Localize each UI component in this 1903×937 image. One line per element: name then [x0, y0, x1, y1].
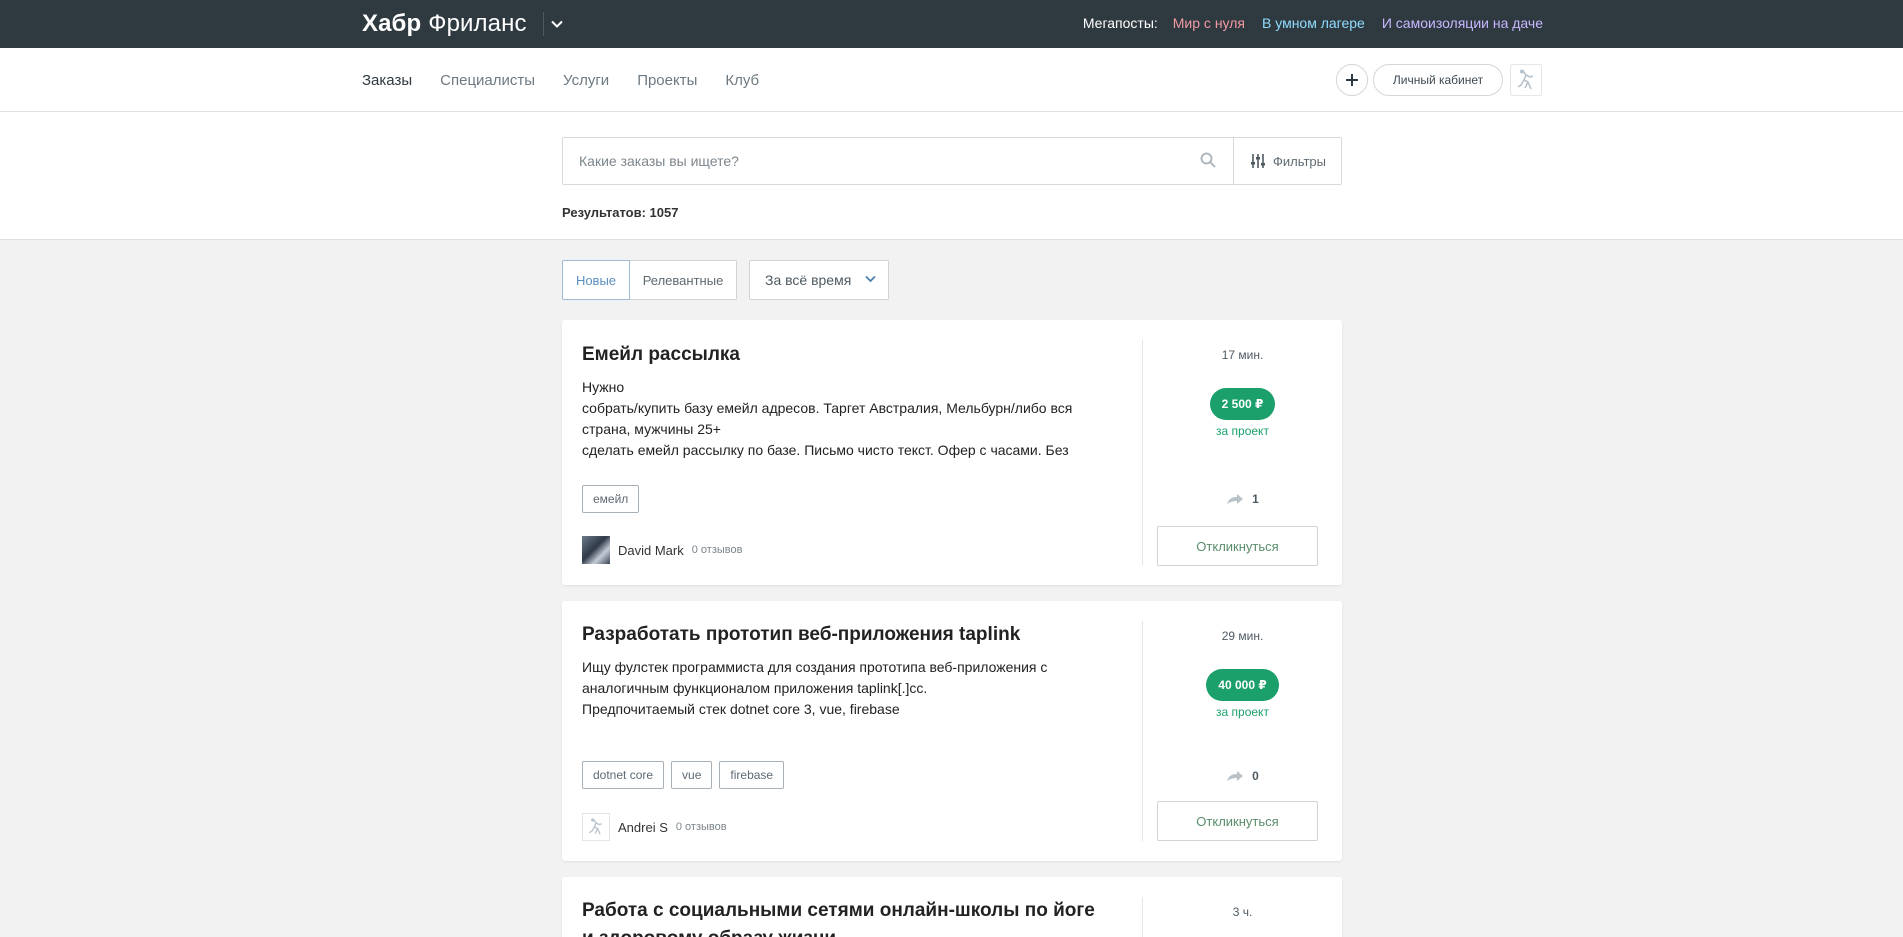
user-avatar[interactable] — [1510, 64, 1542, 96]
search-input[interactable] — [563, 138, 1233, 184]
add-task-button[interactable] — [1336, 64, 1368, 96]
author-reviews: 0 отзывов — [691, 544, 743, 556]
sort-new-button[interactable]: Новые — [562, 260, 630, 300]
task-time: 3 ч. — [1232, 905, 1253, 919]
shares-count: 1 — [1252, 492, 1259, 506]
filters-label: Фильтры — [1272, 153, 1326, 169]
task-author: Andrei S 0 отзывов — [582, 813, 727, 841]
card-divider — [1142, 340, 1143, 565]
task-title[interactable]: Разработать прототип веб-приложения tapl… — [582, 621, 1102, 649]
search-icon[interactable] — [1200, 152, 1216, 173]
author-name[interactable]: David Mark — [618, 543, 684, 558]
task-description: Ищу фулстек программиста для создания пр… — [582, 659, 1048, 717]
author-name[interactable]: Andrei S — [618, 820, 668, 835]
task-author: David Mark 0 отзывов — [582, 536, 742, 564]
nav-item-club[interactable]: Клуб — [725, 72, 759, 89]
search-box: Фильтры — [562, 137, 1342, 185]
respond-button[interactable]: Откликнуться — [1157, 801, 1318, 841]
shares-count: 0 — [1252, 769, 1259, 783]
plus-icon — [1346, 74, 1358, 86]
default-avatar-icon — [1517, 69, 1534, 90]
price-badge: 40 000 ₽ — [1206, 669, 1279, 701]
task-price: 2 500 ₽ — [1143, 388, 1342, 420]
period-select-label: За всё время — [765, 272, 852, 288]
sort-toggle: Новые Релевантные — [562, 260, 737, 300]
brand-logo[interactable]: Хабр Фриланс — [362, 10, 527, 38]
megapost-link-2[interactable]: В умном лагере — [1262, 15, 1365, 31]
task-tag[interactable]: емейл — [582, 485, 640, 513]
megaposts: Мегапосты: Мир с нуля В умном лагере И с… — [1083, 15, 1543, 31]
period-select[interactable]: За всё время — [749, 260, 889, 300]
task-shares: 0 — [1143, 769, 1342, 783]
results-count: Результатов: 1057 — [562, 205, 679, 220]
default-avatar-icon — [589, 818, 602, 835]
price-unit: за проект — [1216, 705, 1269, 719]
task-tags: емейл — [582, 485, 640, 513]
nav-item-specialists[interactable]: Специалисты — [440, 72, 535, 89]
task-card: Разработать прототип веб-приложения tapl… — [562, 601, 1342, 861]
megapost-link-3[interactable]: И самоизоляции на даче — [1382, 15, 1543, 31]
brand-light: Фриланс — [428, 10, 527, 37]
author-avatar[interactable] — [582, 813, 610, 841]
main-nav: Заказы Специалисты Услуги Проекты Клуб — [362, 48, 759, 112]
share-arrow-icon — [1227, 771, 1244, 781]
price-badge: 2 500 ₽ — [1209, 388, 1276, 420]
nav-item-orders[interactable]: Заказы — [362, 72, 412, 89]
sort-relevant-button[interactable]: Релевантные — [630, 260, 737, 300]
chevron-down-icon[interactable] — [548, 14, 566, 34]
card-divider — [1142, 621, 1143, 841]
nav-item-services[interactable]: Услуги — [563, 72, 609, 89]
brand-divider — [543, 12, 544, 36]
task-title[interactable]: Емейл рассылка — [582, 341, 1102, 369]
sliders-icon — [1250, 154, 1265, 168]
chevron-down-icon — [865, 275, 876, 283]
search-panel: Фильтры Результатов: 1057 — [0, 112, 1903, 240]
task-card: Емейл рассылка Нужно собрать/купить базу… — [562, 320, 1342, 585]
share-arrow-icon — [1227, 494, 1244, 504]
main-nav-bar: Заказы Специалисты Услуги Проекты Клуб Л… — [0, 48, 1903, 112]
task-description: Нужно собрать/купить базу емейл адресов.… — [582, 379, 1073, 458]
task-tag[interactable]: firebase — [719, 761, 785, 789]
brand-bold: Хабр — [362, 10, 422, 37]
respond-button[interactable]: Откликнуться — [1157, 526, 1318, 566]
task-time: 29 мин. — [1221, 629, 1264, 643]
top-bar: Хабр Фриланс Мегапосты: Мир с нуля В умн… — [0, 0, 1903, 48]
nav-item-projects[interactable]: Проекты — [637, 72, 697, 89]
task-tags: dotnet core vue firebase — [582, 761, 785, 789]
filters-button[interactable]: Фильтры — [1234, 138, 1342, 184]
megaposts-label: Мегапосты: — [1082, 15, 1158, 31]
task-tag[interactable]: vue — [671, 761, 713, 789]
task-time: 17 мин. — [1221, 348, 1264, 362]
task-price: 40 000 ₽ — [1143, 669, 1342, 701]
task-shares: 1 — [1143, 492, 1342, 506]
task-tag[interactable]: dotnet core — [582, 761, 665, 789]
author-avatar[interactable] — [582, 536, 610, 564]
task-title[interactable]: Работа с социальными сетями онлайн-школы… — [582, 897, 1102, 937]
personal-cabinet-button[interactable]: Личный кабинет — [1373, 64, 1503, 96]
megapost-link-1[interactable]: Мир с нуля — [1173, 15, 1245, 31]
author-reviews: 0 отзывов — [675, 821, 727, 833]
task-card: Работа с социальными сетями онлайн-школы… — [562, 877, 1342, 937]
price-unit: за проект — [1216, 424, 1269, 438]
